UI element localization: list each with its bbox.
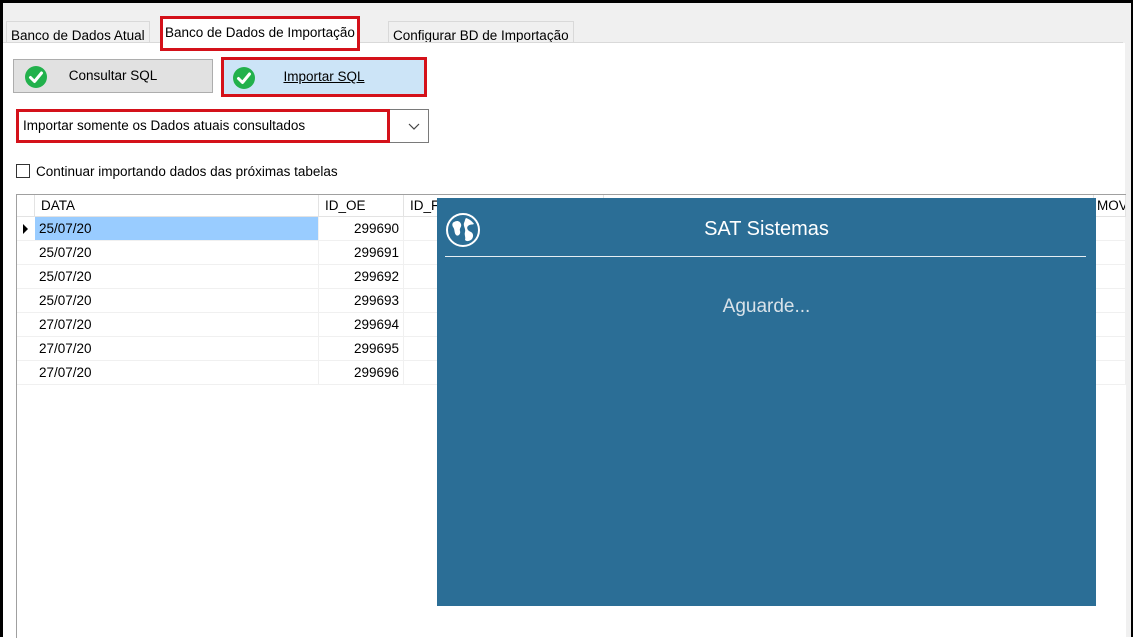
tab-bar: Banco de Dados Atual Banco de Dados de I… [3, 8, 1123, 51]
cell-data[interactable]: 25/07/20 [35, 217, 319, 241]
row-indicator[interactable] [17, 337, 35, 361]
row-indicator[interactable] [17, 265, 35, 289]
column-header-data[interactable]: DATA [35, 195, 319, 217]
row-indicator[interactable] [17, 313, 35, 337]
dialog-title: SAT Sistemas [704, 218, 829, 240]
row-indicator[interactable] [17, 361, 35, 385]
cell-data[interactable]: 25/07/20 [35, 289, 319, 313]
cell-data[interactable]: 25/07/20 [35, 265, 319, 289]
cell-id-oe[interactable]: 299696 [319, 361, 404, 385]
row-indicator[interactable] [17, 217, 35, 241]
import-mode-select[interactable]: Importar somente os Dados atuais consult… [16, 109, 429, 143]
current-row-arrow-icon [23, 224, 28, 234]
cell-data[interactable]: 27/07/20 [35, 313, 319, 337]
column-header-mov[interactable]: MOV [1094, 195, 1126, 217]
row-indicator[interactable] [17, 289, 35, 313]
consultar-sql-button[interactable]: Consultar SQL [13, 59, 213, 93]
dialog-separator [445, 256, 1086, 257]
loading-dialog: SAT Sistemas Aguarde... [437, 198, 1096, 606]
cell-data[interactable]: 25/07/20 [35, 241, 319, 265]
row-indicator[interactable] [17, 241, 35, 265]
grid-corner [17, 195, 35, 217]
importar-sql-label: Importar SQL [283, 69, 365, 84]
checkbox-box[interactable] [16, 164, 30, 178]
cell-id-oe[interactable]: 299690 [319, 217, 404, 241]
cell-id-oe[interactable]: 299694 [319, 313, 404, 337]
cell-data[interactable]: 27/07/20 [35, 337, 319, 361]
cell-id-oe[interactable]: 299691 [319, 241, 404, 265]
cell-id-oe[interactable]: 299695 [319, 337, 404, 361]
checkbox-label: Continuar importando dados das próximas … [36, 164, 338, 179]
consultar-sql-label: Consultar SQL [68, 68, 158, 83]
importar-sql-button[interactable]: Importar SQL [221, 57, 427, 97]
cell-data[interactable]: 27/07/20 [35, 361, 319, 385]
dialog-message: Aguarde... [722, 296, 811, 317]
cell-id-oe[interactable]: 299693 [319, 289, 404, 313]
column-header-id-oe[interactable]: ID_OE [319, 195, 404, 217]
cell-id-oe[interactable]: 299692 [319, 265, 404, 289]
chevron-down-icon[interactable] [408, 121, 420, 131]
tab-banco-dados-importacao[interactable]: Banco de Dados de Importação [160, 16, 360, 51]
import-mode-value: Importar somente os Dados atuais consult… [23, 118, 306, 133]
